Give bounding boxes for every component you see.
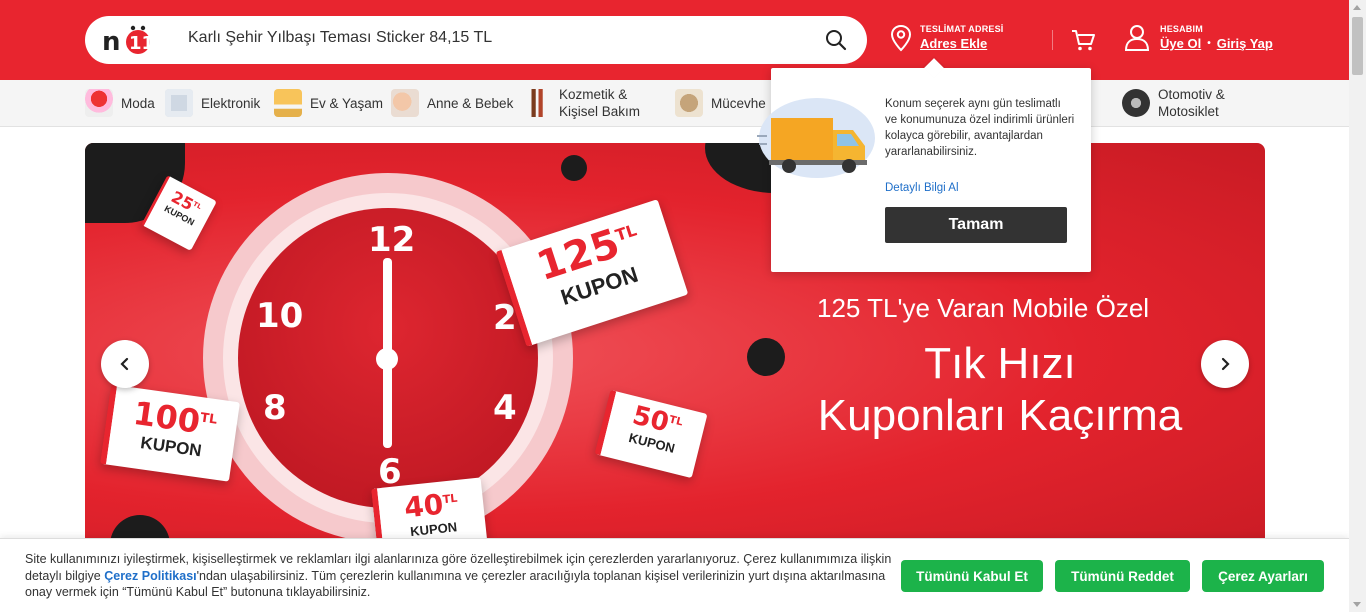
category-label: Ev & Yaşam — [310, 95, 384, 111]
signup-link[interactable]: Üye Ol — [1160, 36, 1201, 52]
electronics-icon — [165, 89, 193, 117]
category-label: Otomotiv & — [1158, 87, 1225, 102]
location-popover: Konum seçerek aynı gün teslimatlı ve kon… — [757, 68, 1091, 272]
cookie-settings-button[interactable]: Çerez Ayarları — [1202, 560, 1324, 592]
category-mucevher[interactable]: Mücevhe — [675, 87, 766, 119]
ok-button[interactable]: Tamam — [885, 207, 1067, 243]
add-address-link[interactable]: Adres Ekle — [920, 36, 1004, 51]
coupon-100: 100TL KUPON — [100, 384, 240, 482]
user-icon[interactable] — [1124, 24, 1150, 52]
clock-number: 8 — [263, 388, 287, 428]
jewelry-icon — [675, 89, 703, 117]
category-nav: Moda Elektronik Ev & Yaşam Anne & Bebek … — [0, 80, 1349, 127]
scroll-up-arrow-icon[interactable] — [1353, 5, 1361, 10]
chevron-left-icon — [120, 357, 129, 371]
account-caption: HESABIM — [1160, 24, 1203, 34]
svg-text:n: n — [102, 27, 121, 57]
category-ev-yasam[interactable]: Ev & Yaşam — [274, 87, 383, 119]
popover-message: Konum seçerek aynı gün teslimatlı ve kon… — [885, 98, 1075, 158]
accept-all-button[interactable]: Tümünü Kabul Et — [901, 560, 1043, 592]
category-label-line2: Motosiklet — [1158, 104, 1219, 119]
coupon-amount: 40 — [402, 487, 445, 525]
cosmetics-icon — [523, 89, 551, 117]
cart-icon[interactable] — [1070, 27, 1096, 53]
coupon-125: 125TL KUPON — [495, 199, 689, 347]
clock-number: 4 — [493, 388, 517, 428]
carousel-next-button[interactable] — [1201, 340, 1249, 388]
fashion-icon — [85, 89, 113, 117]
category-label: Elektronik — [201, 95, 261, 111]
decor-dot — [561, 155, 587, 181]
search-icon[interactable] — [825, 29, 847, 51]
scroll-down-arrow-icon[interactable] — [1353, 602, 1361, 607]
hero-tagline: 125 TL'ye Varan Mobile Özel — [817, 293, 1150, 323]
clock-hour-hand — [383, 358, 392, 448]
coupon-unit: TL — [199, 410, 219, 428]
category-label: Anne & Bebek — [427, 95, 514, 111]
category-kozmetik[interactable]: Kozmetik & Kişisel Bakım — [523, 87, 640, 119]
coupon-unit: TL — [667, 413, 685, 429]
cookie-text: Site kullanımınızı iyileştirmek, kişisel… — [25, 551, 895, 601]
delivery-caption: TESLİMAT ADRESİ — [920, 24, 1004, 34]
hero-headline: Tık Hızı Kuponları Kaçırma — [800, 338, 1200, 442]
category-anne-bebek[interactable]: Anne & Bebek — [391, 87, 513, 119]
hero-headline-line2: Kuponları Kaçırma — [817, 391, 1183, 440]
chevron-right-icon — [1221, 357, 1230, 371]
clock-number: 12 — [368, 220, 416, 260]
coupon-unit: TL — [442, 491, 459, 507]
account-menu: HESABIM Üye Ol • Giriş Yap — [1124, 24, 1273, 52]
logo-search-bar: n 11 Karlı Şehir Yılbaşı Teması Sticker … — [85, 16, 867, 64]
category-label: Kozmetik & — [559, 87, 628, 102]
clock-face: 12 2 4 6 8 10 — [238, 208, 538, 508]
more-info-link[interactable]: Detaylı Bilgi Al — [885, 182, 959, 194]
logo-mark: n 11 — [102, 25, 154, 57]
delivery-truck-icon — [757, 98, 875, 178]
svg-text:11: 11 — [129, 33, 154, 54]
baby-icon — [391, 89, 419, 117]
carousel-prev-button[interactable] — [101, 340, 149, 388]
clock-center — [376, 348, 398, 370]
location-pin-icon — [890, 24, 912, 52]
scroll-thumb[interactable] — [1352, 17, 1363, 75]
login-link[interactable]: Giriş Yap — [1217, 36, 1273, 52]
tire-icon — [1122, 89, 1150, 117]
reject-all-button[interactable]: Tümünü Reddet — [1055, 560, 1190, 592]
category-elektronik[interactable]: Elektronik — [165, 87, 260, 119]
search-input[interactable]: Karlı Şehir Yılbaşı Teması Sticker 84,15… — [188, 29, 788, 47]
category-label: Moda — [121, 95, 155, 111]
cookie-banner: Site kullanımınızı iyileştirmek, kişisel… — [0, 538, 1349, 612]
category-moda[interactable]: Moda — [85, 87, 155, 119]
cookie-policy-link[interactable]: Çerez Politikası — [104, 569, 196, 583]
decor-dot — [747, 338, 785, 376]
account-separator: • — [1207, 38, 1211, 49]
category-label-line2: Kişisel Bakım — [559, 104, 641, 119]
coupon-unit: TL — [191, 199, 203, 211]
coupon-unit: TL — [612, 220, 639, 246]
clock-minute-hand — [383, 258, 392, 358]
top-header: n 11 Karlı Şehir Yılbaşı Teması Sticker … — [0, 0, 1349, 80]
header-divider — [1052, 30, 1053, 50]
home-icon — [274, 89, 302, 117]
clock-number: 10 — [256, 296, 304, 336]
n11-logo[interactable]: n 11 — [85, 16, 171, 64]
category-otomotiv[interactable]: Otomotiv & Motosiklet — [1122, 87, 1225, 119]
delivery-address[interactable]: TESLİMAT ADRESİ Adres Ekle — [890, 24, 1004, 52]
coupon-50: 50TL KUPON — [594, 389, 708, 479]
page-scrollbar[interactable] — [1349, 0, 1366, 612]
hero-headline-line1: Tık Hızı — [924, 339, 1076, 388]
